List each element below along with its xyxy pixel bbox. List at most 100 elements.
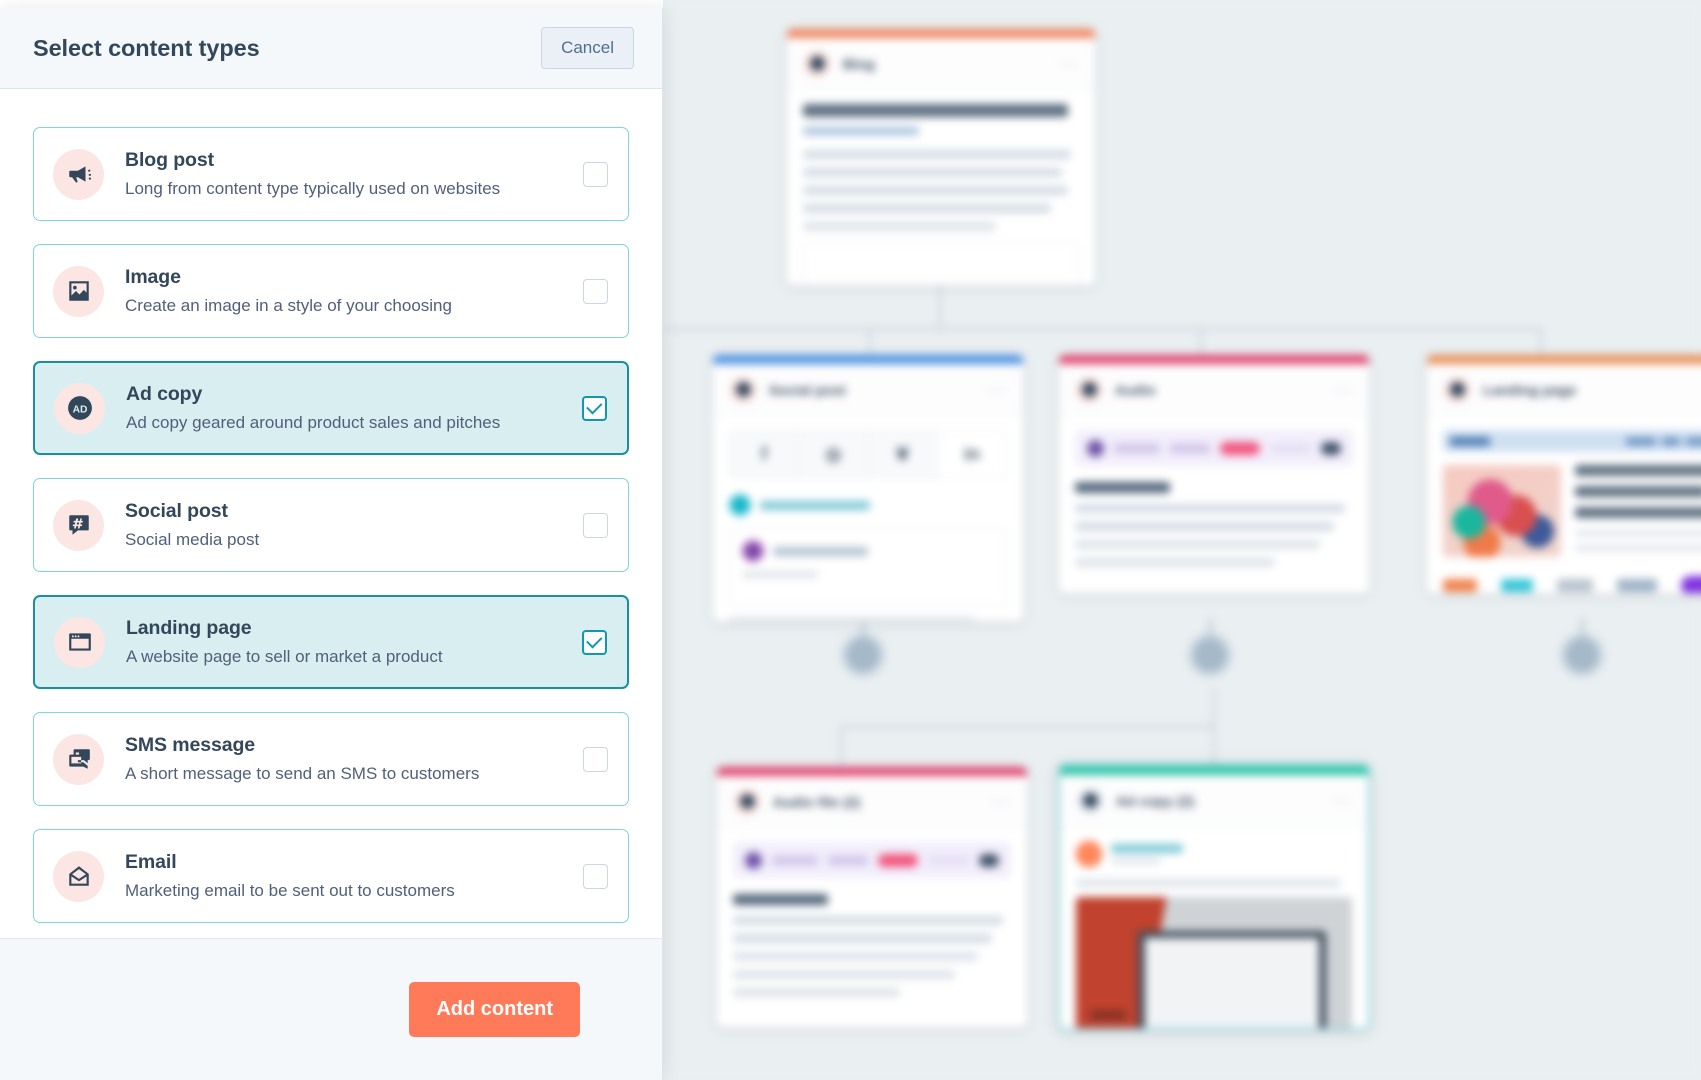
placeholder-line [729, 617, 974, 621]
content-type-option-sms-message[interactable]: SMS message A short message to send an S… [33, 712, 629, 806]
placeholder-line [1111, 858, 1161, 864]
card-accent-bar [787, 29, 1095, 38]
connector-to-audiofile [840, 726, 842, 766]
placeholder-line [1575, 530, 1701, 536]
placeholder-line [803, 204, 1052, 213]
volume-icon[interactable] [1321, 441, 1341, 455]
checkbox-image[interactable] [583, 278, 608, 304]
card-header: Blog ··· [787, 38, 1095, 90]
card-menu-icon[interactable]: ··· [991, 792, 1011, 812]
placeholder-line [1575, 465, 1701, 476]
account-row [729, 494, 1007, 516]
content-type-list: Blog post Long from content type typical… [0, 89, 662, 938]
placeholder-line [1075, 558, 1276, 567]
content-type-option-blog-post[interactable]: Blog post Long from content type typical… [33, 127, 629, 221]
checkbox-landing-page[interactable] [582, 629, 607, 655]
placeholder-line [1076, 879, 1341, 887]
card-title: Social post [769, 381, 846, 398]
placeholder-line [1075, 522, 1334, 531]
flow-card-landing-page[interactable]: Landing page [1426, 354, 1701, 594]
page-nav-preview [1443, 430, 1701, 452]
add-content-button[interactable]: Add content [409, 982, 580, 1037]
audio-player[interactable] [1075, 430, 1353, 466]
card-title: Ad copy (2) [1116, 792, 1195, 809]
chat-bubble-icon [729, 375, 757, 404]
transcript-heading [733, 894, 828, 905]
megaphone-icon [53, 148, 104, 200]
placeholder-line [733, 916, 1003, 925]
cta-button[interactable] [1681, 576, 1701, 593]
checkbox-sms-message[interactable] [583, 746, 608, 772]
progress-track[interactable] [1270, 444, 1311, 452]
card-menu-icon[interactable]: ··· [1059, 54, 1079, 74]
card-menu-icon[interactable]: ··· [1333, 380, 1353, 400]
add-node-landing[interactable] [1565, 638, 1599, 672]
waveform-segment [1170, 443, 1210, 453]
checkbox-social-post[interactable] [583, 512, 608, 538]
option-text: SMS message A short message to send an S… [125, 734, 583, 784]
card-body [1427, 416, 1701, 593]
play-icon[interactable] [1087, 439, 1104, 457]
transcript-heading [1075, 482, 1170, 493]
hero-section [1443, 465, 1701, 560]
option-title: Blog post [125, 149, 215, 171]
placeholder-line [733, 952, 978, 961]
logo-strip [1443, 576, 1701, 593]
card-menu-icon[interactable]: ··· [1332, 791, 1352, 811]
placeholder-line [733, 970, 956, 979]
placeholder-line [733, 988, 900, 997]
twitter-icon[interactable]: ❦ [869, 431, 938, 477]
play-icon[interactable] [745, 851, 762, 869]
card-body [717, 828, 1027, 1020]
facebook-icon[interactable]: f [730, 431, 800, 477]
flow-card-social-post[interactable]: Social post ··· f ◎ ❦ in [712, 354, 1024, 622]
linkedin-icon[interactable]: in [937, 431, 1006, 477]
checkbox-email[interactable] [583, 863, 608, 889]
option-title: Ad copy [126, 383, 203, 405]
card-header: Audio ··· [1059, 364, 1369, 416]
placeholder-line [742, 571, 818, 578]
partner-logo [1443, 579, 1477, 592]
cancel-button[interactable]: Cancel [541, 27, 634, 69]
flow-card-blog[interactable]: Blog ··· [786, 28, 1096, 286]
checkbox-ad-copy[interactable] [582, 395, 607, 421]
hashtag-bubble-icon [53, 499, 104, 551]
flow-card-audio[interactable]: Audio ··· [1058, 354, 1370, 594]
volume-icon[interactable] [979, 853, 999, 867]
add-node-social[interactable] [846, 638, 880, 672]
megaphone-icon [803, 49, 831, 78]
envelope-icon [53, 850, 104, 902]
checkbox-blog-post[interactable] [583, 161, 608, 187]
audio-player[interactable] [733, 842, 1011, 878]
placeholder-line [1575, 486, 1701, 497]
card-accent-bar [713, 355, 1023, 364]
content-type-option-email[interactable]: Email Marketing email to be sent out to … [33, 829, 629, 923]
content-type-option-image[interactable]: Image Create an image in a style of your… [33, 244, 629, 338]
panel-footer: Add content [0, 938, 662, 1080]
ad-badge-icon: AD [54, 382, 105, 434]
content-type-option-landing-page[interactable]: Landing page A website page to sell or m… [33, 595, 629, 689]
card-menu-icon[interactable]: ··· [987, 380, 1007, 400]
card-title: Blog [843, 55, 875, 72]
social-network-tabs[interactable]: f ◎ ❦ in [729, 430, 1007, 478]
nav-item [1686, 437, 1701, 445]
microphone-icon [733, 787, 761, 816]
option-title: Social post [125, 500, 228, 522]
instagram-icon[interactable]: ◎ [799, 431, 869, 477]
content-type-option-ad-copy[interactable]: AD Ad copy Ad copy geared around product… [33, 361, 629, 455]
content-type-option-social-post[interactable]: Social post Social media post [33, 478, 629, 572]
placeholder-line [1575, 545, 1701, 551]
option-text: Blog post Long from content type typical… [125, 149, 583, 199]
connector-row3-bus [840, 726, 1215, 728]
partner-logo [1557, 579, 1593, 592]
flow-card-ad-copy-2[interactable]: Ad copy (2) ··· [1058, 764, 1370, 1030]
card-body [787, 90, 1095, 285]
placeholder-line [803, 150, 1071, 159]
option-description: A website page to sell or market a produ… [126, 647, 443, 666]
flow-card-audio-file-2[interactable]: Audio file (2) ··· [716, 766, 1028, 1028]
author-name [773, 546, 868, 556]
progress-track[interactable] [928, 856, 969, 864]
option-title: Image [125, 266, 181, 288]
add-node-audio[interactable] [1193, 638, 1227, 672]
waveform-segment [878, 853, 918, 867]
